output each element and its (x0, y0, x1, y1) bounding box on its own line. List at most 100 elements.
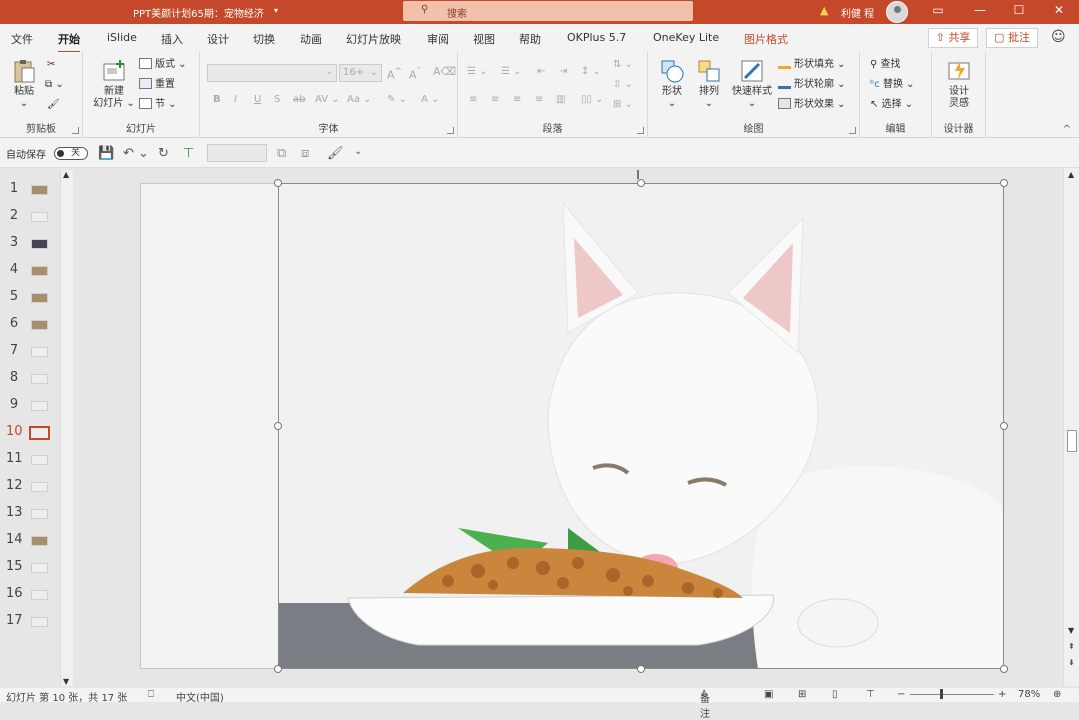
scroll-down-icon[interactable]: ▼ (63, 677, 69, 686)
ribbon-display-icon[interactable]: ▭ (928, 3, 948, 17)
scrollbar-thumb[interactable] (1067, 430, 1077, 452)
slide-thumbnail[interactable] (31, 509, 48, 519)
clipboard-launcher-icon[interactable] (72, 127, 79, 134)
zoom-slider-thumb[interactable] (940, 689, 943, 699)
line-spacing-icon[interactable]: ↕ ⌄ (581, 65, 601, 79)
slide-thumbnail[interactable] (31, 320, 48, 330)
align-right-icon[interactable]: ≡ (513, 93, 521, 107)
title-dropdown-icon[interactable]: ▾ (274, 6, 278, 15)
thumbnails-scrollbar[interactable]: ▲ ▼ (60, 170, 73, 686)
tab-picture-format[interactable]: 图片格式 (744, 31, 788, 47)
italic-icon[interactable]: I (234, 93, 237, 107)
accessibility-icon[interactable]: ⎕ (148, 689, 154, 700)
drawing-launcher-icon[interactable] (849, 127, 856, 134)
tab-help[interactable]: 帮助 (519, 31, 541, 47)
thumb-number[interactable]: 2 (6, 208, 22, 223)
align-left-icon[interactable]: ≡ (469, 93, 477, 107)
zoom-slider[interactable] (910, 694, 994, 695)
zoom-in-icon[interactable]: + (998, 689, 1006, 700)
find-button[interactable]: ⚲ 查找 (870, 58, 901, 72)
scroll-down-icon[interactable]: ▼ (1068, 626, 1074, 635)
tab-file[interactable]: 文件 (11, 31, 33, 47)
font-name-box[interactable]: ⌄ (207, 64, 337, 82)
warning-icon[interactable]: ▲ (820, 4, 828, 17)
shape-outline-button[interactable]: 形状轮廓 ⌄ (778, 78, 846, 92)
thumb-number[interactable]: 1 (6, 181, 22, 196)
tab-onekey[interactable]: OneKey Lite (653, 31, 719, 44)
tab-insert[interactable]: 插入 (161, 31, 183, 47)
resize-handle-se[interactable] (1000, 665, 1008, 673)
slide-thumbnail[interactable] (31, 293, 48, 303)
resize-handle-ne[interactable] (1000, 179, 1008, 187)
resize-handle-nw[interactable] (274, 179, 282, 187)
thumb-number[interactable]: 17 (6, 613, 23, 628)
font-color-icon[interactable]: A ⌄ (421, 93, 439, 107)
maximize-icon[interactable]: ☐ (1009, 3, 1029, 17)
new-slide-button[interactable]: 新建 幻灯片 ⌄ (91, 58, 137, 110)
zoom-out-icon[interactable]: − (897, 689, 905, 700)
tab-okplus[interactable]: OKPlus 5.7 (567, 31, 626, 44)
cat-photo[interactable] (278, 183, 1004, 669)
shape-effects-button[interactable]: 形状效果 ⌄ (778, 98, 846, 112)
save-icon[interactable]: 💾 (98, 146, 114, 161)
paste-button[interactable]: 粘贴 ⌄ (7, 58, 41, 110)
tab-home[interactable]: 开始 (58, 31, 80, 53)
select-button[interactable]: ↖ 选择 ⌄ (870, 98, 913, 112)
next-slide-icon[interactable]: ⇟ (1068, 658, 1075, 667)
slide-thumbnail[interactable] (31, 266, 48, 276)
thumb-number[interactable]: 14 (6, 532, 23, 547)
copy-icon[interactable]: ⧉ ⌄ (45, 78, 64, 92)
tab-transitions[interactable]: 切换 (253, 31, 275, 47)
start-from-beginning-icon[interactable]: ⊤ (183, 146, 194, 161)
decrease-indent-icon[interactable]: ⇤ (537, 65, 545, 79)
thumb-number[interactable]: 15 (6, 559, 23, 574)
columns-icon[interactable]: ▯▯ ⌄ (581, 93, 604, 107)
ungroup-icon[interactable]: ⧈ (301, 146, 309, 161)
paragraph-launcher-icon[interactable] (637, 127, 644, 134)
avatar[interactable] (886, 1, 908, 23)
resize-handle-n[interactable] (637, 179, 645, 187)
thumb-number[interactable]: 6 (6, 316, 22, 331)
feedback-smiley-icon[interactable]: ☺ (1051, 29, 1066, 45)
zoom-level[interactable]: 78% (1018, 689, 1040, 700)
thumb-number[interactable]: 8 (6, 370, 22, 385)
qat-font-box[interactable] (207, 144, 267, 162)
grow-font-icon[interactable]: A^ (387, 65, 402, 83)
thumb-number[interactable]: 7 (6, 343, 22, 358)
increase-indent-icon[interactable]: ⇥ (559, 65, 567, 79)
share-button[interactable]: ⇧ 共享 (928, 28, 978, 48)
shapes-button[interactable]: 形状 ⌄ (656, 58, 688, 110)
tab-islide[interactable]: iSlide (107, 31, 137, 44)
quick-styles-button[interactable]: 快速样式 ⌄ (728, 58, 776, 110)
slide-thumbnail[interactable] (31, 239, 48, 249)
tab-design[interactable]: 设计 (207, 31, 229, 47)
change-case-icon[interactable]: Aa ⌄ (347, 93, 372, 107)
thumb-number-selected[interactable]: 10 (6, 424, 23, 439)
thumb-number[interactable]: 16 (6, 586, 23, 601)
comment-button[interactable]: ▢ 批注 (986, 28, 1038, 48)
text-direction-icon[interactable]: ⇅ ⌄ (613, 58, 633, 72)
tab-review[interactable]: 审阅 (427, 31, 449, 47)
thumb-number[interactable]: 4 (6, 262, 22, 277)
bold-icon[interactable]: B (213, 93, 221, 107)
arrange-button[interactable]: 排列 ⌄ (693, 58, 725, 110)
slide-thumbnail[interactable] (31, 482, 48, 492)
cut-icon[interactable]: ✂ (47, 58, 55, 72)
slide-thumbnail[interactable] (31, 536, 48, 546)
font-launcher-icon[interactable] (447, 127, 454, 134)
tab-slideshow[interactable]: 幻灯片放映 (346, 31, 401, 47)
autosave-toggle[interactable]: 关 (54, 147, 88, 160)
user-name[interactable]: 利健 程 (841, 5, 874, 20)
slide-thumbnail[interactable] (31, 374, 48, 384)
redo-icon[interactable]: ↻ (158, 146, 169, 161)
underline-icon[interactable]: U (254, 93, 261, 107)
thumb-number[interactable]: 12 (6, 478, 23, 493)
slide-thumbnail-selected[interactable] (29, 426, 50, 440)
fit-to-window-icon[interactable]: ⊕ (1053, 689, 1061, 700)
replace-button[interactable]: ᵇc 替换 ⌄ (870, 78, 915, 92)
undo-icon[interactable]: ↶ ⌄ (123, 146, 149, 161)
resize-handle-w[interactable] (274, 422, 282, 430)
previous-slide-icon[interactable]: ⇞ (1068, 642, 1075, 651)
thumb-number[interactable]: 13 (6, 505, 23, 520)
group-objects-icon[interactable]: ⧉ (277, 146, 286, 161)
